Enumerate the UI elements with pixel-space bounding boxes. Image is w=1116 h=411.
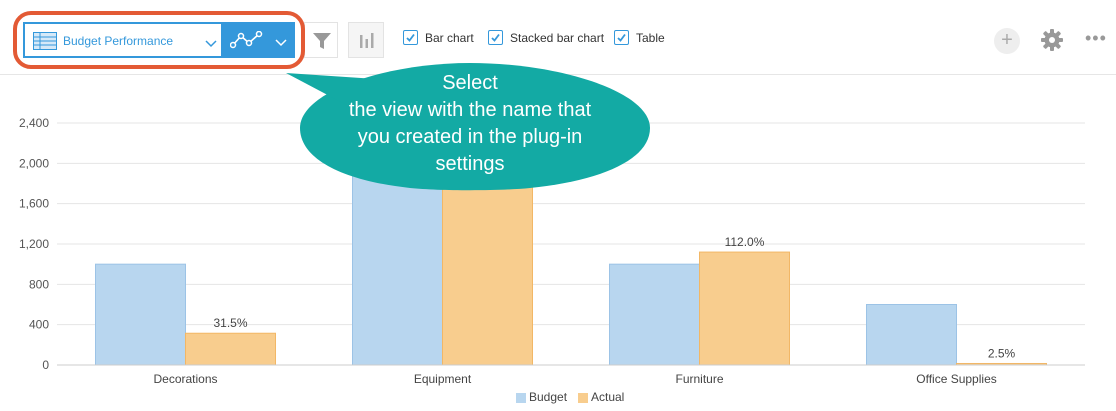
- plus-icon: +: [1001, 29, 1013, 51]
- add-button[interactable]: +: [994, 28, 1020, 54]
- callout-line: settings: [435, 153, 505, 175]
- graph-select[interactable]: [223, 22, 295, 58]
- data-label: 112.0%: [725, 235, 765, 249]
- more-icon: •••: [1085, 28, 1107, 48]
- view-select[interactable]: Budget Performance: [23, 22, 223, 58]
- view-select-label: Budget Performance: [63, 34, 174, 48]
- bar-budget: [95, 263, 186, 366]
- legend-swatch-budget: [516, 393, 526, 403]
- filter-button[interactable]: [304, 22, 338, 58]
- checkbox-label: Stacked bar chart: [510, 31, 605, 45]
- toolbar: Budget Performance Bar chart Stacked bar…: [0, 0, 1116, 75]
- settings-button[interactable]: [1040, 28, 1064, 52]
- y-tick-label: 1,600: [19, 197, 49, 211]
- legend-label: Actual: [591, 390, 625, 404]
- bar-actual: [699, 251, 790, 366]
- x-tick-label: Furniture: [675, 372, 723, 386]
- callout-line: the view with the name that: [348, 99, 592, 121]
- checkbox-checked-icon: [488, 30, 503, 45]
- x-tick-label: Office Supplies: [916, 372, 997, 386]
- bar-budget: [609, 263, 700, 366]
- chevron-down-icon: [205, 35, 217, 53]
- y-tick-label: 2,000: [19, 156, 49, 170]
- table-view-icon: [33, 32, 57, 55]
- checkbox-label: Bar chart: [425, 31, 474, 45]
- bar-actual: [442, 162, 533, 366]
- bar-budget: [866, 304, 957, 366]
- callout-line: Select: [442, 72, 498, 94]
- checkbox-checked-icon: [614, 30, 629, 45]
- y-tick-label: 1,200: [19, 237, 49, 251]
- bar-actual: [185, 332, 276, 366]
- chevron-down-icon: [275, 34, 287, 52]
- callout-text: Select the view with the name that you c…: [300, 70, 640, 178]
- more-button[interactable]: •••: [1085, 28, 1107, 50]
- data-label: 2.5%: [988, 346, 1016, 360]
- data-label: 31.5%: [213, 316, 247, 330]
- gear-icon: [1040, 29, 1064, 56]
- x-tick-label: Equipment: [414, 372, 472, 386]
- chart-button[interactable]: [348, 22, 384, 58]
- checkbox-checked-icon: [403, 30, 418, 45]
- y-tick-label: 400: [29, 318, 49, 332]
- y-tick-label: 0: [42, 358, 49, 372]
- x-tick-label: Decorations: [153, 372, 217, 386]
- legend-swatch-actual: [578, 393, 588, 403]
- y-tick-label: 800: [29, 277, 49, 291]
- callout-line: you created in the plug-in: [357, 126, 583, 148]
- legend-label: Budget: [529, 390, 568, 404]
- checkbox-label: Table: [636, 31, 665, 45]
- line-graph-icon: [229, 30, 266, 54]
- y-tick-label: 2,400: [19, 116, 49, 130]
- bar-budget: [352, 162, 443, 366]
